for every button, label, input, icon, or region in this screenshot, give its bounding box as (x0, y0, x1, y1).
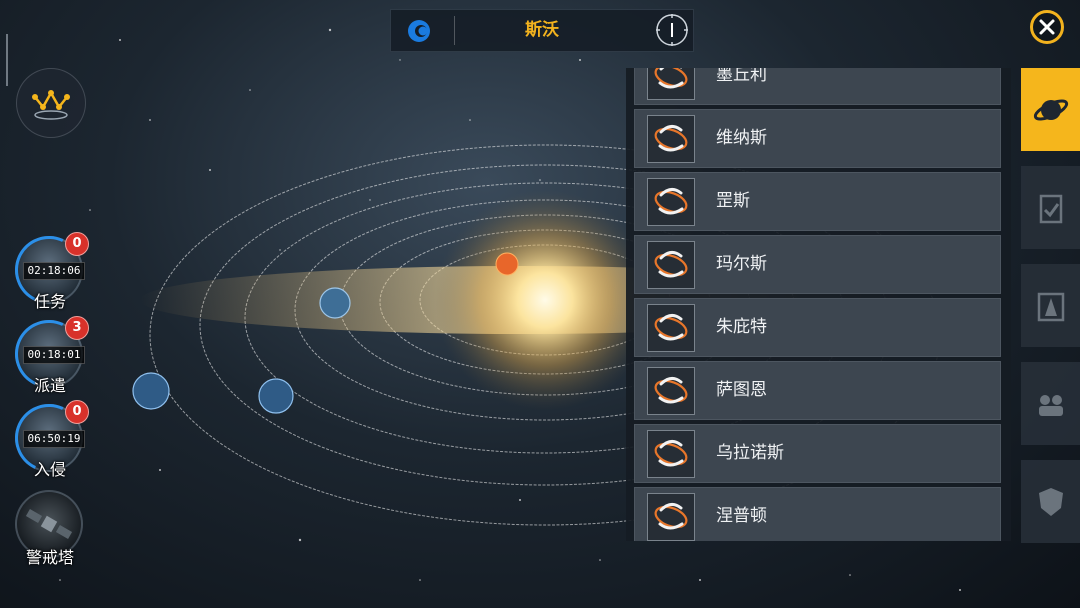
invasion-timer: 06:50:19 (23, 430, 85, 448)
planet-name: 玛尔斯 (716, 254, 767, 274)
planet-orbit-icon (647, 367, 695, 415)
close-icon (1039, 19, 1055, 35)
close-button[interactable] (1030, 10, 1064, 44)
planet-orbit-icon (647, 241, 695, 289)
tab-planets[interactable] (1021, 68, 1080, 151)
planet-name: 朱庇特 (716, 317, 767, 337)
tab-fleet[interactable] (1021, 362, 1080, 445)
planet-name: 罡斯 (716, 191, 750, 211)
alliance-logo-icon (408, 20, 430, 42)
shield-emblem-icon (1038, 487, 1063, 516)
invasion-label: 入侵 (33, 460, 66, 479)
invasion-badge: 0 (65, 400, 89, 424)
constellation-map-button[interactable] (16, 68, 86, 138)
planet-list-item[interactable]: 乌拉诺斯 (634, 424, 1001, 483)
planet-orbit-icon (647, 430, 695, 478)
mission-label: 任务 (33, 292, 66, 311)
planet-blue-1[interactable] (258, 378, 294, 414)
system-title: 斯沃 (525, 20, 559, 40)
planet-orbit-icon (647, 493, 695, 541)
planet-list: 墨丘利维纳斯罡斯玛尔斯朱庇特萨图恩乌拉诺斯涅普顿 (634, 68, 1001, 541)
planet-blue-2[interactable] (132, 372, 170, 410)
planet-name: 墨丘利 (716, 68, 767, 85)
tab-alliance[interactable] (1021, 460, 1080, 543)
fleet-icon (1038, 394, 1063, 416)
planet-icon (1033, 98, 1068, 121)
star-system-header: 斯沃 (390, 9, 694, 52)
planet-list-item[interactable]: 罡斯 (634, 172, 1001, 231)
planet-list-item[interactable]: 朱庇特 (634, 298, 1001, 357)
planet-name: 萨图恩 (716, 380, 767, 400)
right-tab-bar (1021, 68, 1080, 558)
constellation-map-icon (32, 90, 70, 120)
planet-name: 涅普顿 (716, 506, 767, 526)
tab-missions[interactable] (1021, 166, 1080, 249)
mission-timer: 02:18:06 (23, 262, 85, 280)
watchtower-label: 警戒塔 (25, 548, 74, 567)
dispatch-timer: 00:18:01 (23, 346, 85, 364)
compass-icon[interactable] (654, 12, 690, 48)
planet-name: 乌拉诺斯 (716, 443, 784, 463)
planet-list-panel[interactable]: 墨丘利维纳斯罡斯玛尔斯朱庇特萨图恩乌拉诺斯涅普顿 (626, 68, 1011, 541)
planet-list-item[interactable]: 萨图恩 (634, 361, 1001, 420)
planet-mercury[interactable] (495, 252, 519, 276)
planet-orbit-icon (647, 115, 695, 163)
planet-earth[interactable] (319, 287, 351, 319)
landmark-icon (1037, 292, 1064, 321)
planet-orbit-icon (647, 304, 695, 352)
dispatch-badge: 3 (65, 316, 89, 340)
planet-list-item[interactable]: 墨丘利 (634, 68, 1001, 105)
planet-name: 维纳斯 (716, 128, 767, 148)
planet-orbit-icon (647, 68, 695, 100)
dispatch-label: 派遣 (33, 376, 66, 395)
planet-orbit-icon (647, 178, 695, 226)
mission-badge: 0 (65, 232, 89, 256)
edge-handle (6, 34, 8, 86)
sun[interactable] (435, 190, 655, 410)
planet-list-item[interactable]: 维纳斯 (634, 109, 1001, 168)
planet-list-item[interactable]: 涅普顿 (634, 487, 1001, 541)
tab-landmark[interactable] (1021, 264, 1080, 347)
clipboard-check-icon (1039, 194, 1062, 223)
planet-list-item[interactable]: 玛尔斯 (634, 235, 1001, 294)
